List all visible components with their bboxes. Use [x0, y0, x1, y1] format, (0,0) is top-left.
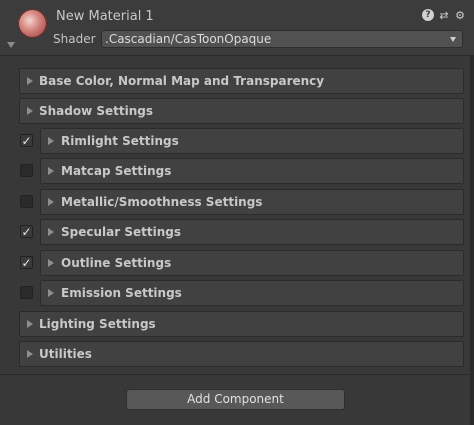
- section-emission[interactable]: Emission Settings: [40, 280, 464, 306]
- section-rimlight[interactable]: Rimlight Settings: [40, 128, 464, 154]
- section-label: Matcap Settings: [61, 164, 172, 178]
- scrollbar[interactable]: [470, 56, 474, 425]
- material-preview-sphere: [18, 9, 47, 38]
- foldout-arrow-icon: [27, 107, 33, 115]
- matcap-toggle[interactable]: [20, 164, 33, 177]
- add-component-button[interactable]: Add Component: [126, 389, 345, 410]
- foldout-arrow-icon: [27, 350, 33, 358]
- foldout-arrow-icon: [48, 167, 54, 175]
- metallic-toggle[interactable]: [20, 195, 33, 208]
- section-utilities[interactable]: Utilities: [19, 341, 464, 367]
- presets-icon[interactable]: ⇄: [438, 9, 450, 21]
- material-title: New Material 1: [56, 9, 154, 24]
- section-label: Shadow Settings: [39, 104, 154, 118]
- section-label: Outline Settings: [61, 256, 172, 270]
- foldout-arrow-icon: [48, 289, 54, 297]
- shader-dropdown[interactable]: .Cascadian/CasToonOpaque: [101, 30, 463, 48]
- foldout-arrow-icon: [27, 77, 33, 85]
- section-label: Specular Settings: [61, 225, 181, 239]
- section-label: Rimlight Settings: [61, 134, 179, 148]
- help-icon[interactable]: ?: [422, 9, 434, 21]
- foldout-arrow-icon: [48, 259, 54, 267]
- outline-toggle[interactable]: ✓: [20, 256, 33, 269]
- section-matcap[interactable]: Matcap Settings: [40, 158, 464, 184]
- section-lighting[interactable]: Lighting Settings: [19, 311, 464, 337]
- dropdown-arrow-icon: [450, 37, 456, 42]
- section-base-color[interactable]: Base Color, Normal Map and Transparency: [19, 68, 464, 94]
- gear-icon[interactable]: ⚙: [454, 9, 466, 21]
- inspector-footer: Add Component: [0, 374, 474, 425]
- section-shadow[interactable]: Shadow Settings: [19, 98, 464, 124]
- foldout-arrow-icon: [48, 228, 54, 236]
- header-icons: ? ⇄ ⚙: [422, 9, 466, 21]
- specular-toggle[interactable]: ✓: [20, 225, 33, 238]
- section-metallic-smoothness[interactable]: Metallic/Smoothness Settings: [40, 189, 464, 215]
- foldout-arrow-icon[interactable]: [7, 42, 15, 48]
- section-label: Utilities: [39, 347, 92, 361]
- shader-label: Shader: [53, 32, 96, 46]
- foldout-arrow-icon: [27, 320, 33, 328]
- emission-toggle[interactable]: [20, 286, 33, 299]
- material-header: New Material 1 ? ⇄ ⚙ Shader .Cascadian/C…: [0, 0, 474, 56]
- section-label: Emission Settings: [61, 286, 182, 300]
- section-outline[interactable]: Outline Settings: [40, 250, 464, 276]
- section-label: Metallic/Smoothness Settings: [61, 195, 263, 209]
- rimlight-toggle[interactable]: ✓: [20, 134, 33, 147]
- section-label: Base Color, Normal Map and Transparency: [39, 74, 325, 88]
- foldout-arrow-icon: [48, 137, 54, 145]
- foldout-arrow-icon: [48, 198, 54, 206]
- section-label: Lighting Settings: [39, 317, 156, 331]
- section-specular[interactable]: Specular Settings: [40, 219, 464, 245]
- shader-dropdown-value: .Cascadian/CasToonOpaque: [105, 32, 272, 46]
- material-sections: Base Color, Normal Map and Transparency …: [0, 56, 474, 374]
